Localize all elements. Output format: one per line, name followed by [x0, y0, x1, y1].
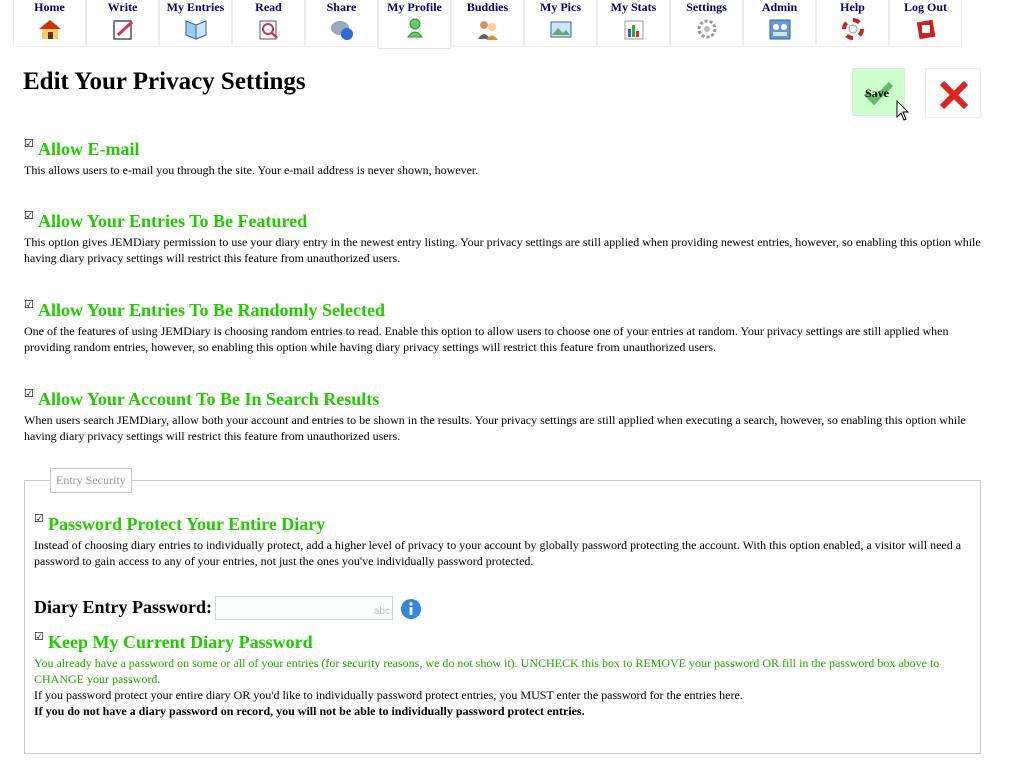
nav-label: My Profile [387, 0, 442, 14]
write-icon [110, 17, 136, 41]
nav-label: Buddies [466, 0, 509, 14]
save-label: Save [865, 86, 889, 100]
nav-label: My Pics [540, 0, 581, 14]
nav-settings[interactable]: Settings [670, 0, 743, 47]
close-icon [939, 80, 969, 110]
password-instructions: If you password protect your entire diar… [34, 688, 743, 702]
nav-buddies[interactable]: Buddies [451, 0, 524, 47]
option-random: ☑ Allow Your Entries To Be Randomly Selec… [24, 298, 990, 355]
entries-book-icon [183, 17, 209, 41]
nav-label: Settings [686, 0, 727, 14]
option-description: One of the features of using JEMDiary is… [24, 324, 949, 354]
share-icon [329, 17, 355, 41]
password-warning: If you do not have a diary password on r… [34, 704, 585, 718]
nav-label: Read [255, 0, 282, 14]
option-featured: ☑ Allow Your Entries To Be Featured This … [24, 209, 990, 266]
option-description: This option gives JEMDiary permission to… [24, 235, 981, 265]
password-label: Diary Entry Password: [34, 597, 212, 617]
home-icon [37, 17, 63, 41]
stats-icon [621, 17, 647, 41]
nav-label: My Entries [166, 0, 225, 14]
admin-icon [767, 17, 793, 41]
nav-label: Share [326, 0, 357, 14]
nav-share[interactable]: Share [305, 0, 378, 47]
nav-my-entries[interactable]: My Entries [159, 0, 232, 47]
nav-home[interactable]: Home [13, 0, 86, 47]
nav-label: Help [840, 0, 865, 14]
nav-my-pics[interactable]: My Pics [524, 0, 597, 47]
password-protect-checkbox[interactable]: ☑ [34, 512, 48, 525]
profile-icon [402, 17, 428, 41]
buddies-icon [475, 17, 501, 41]
option-allow-email: ☑ Allow E-mail This allows users to e-mai… [24, 137, 990, 178]
option-description: Instead of choosing diary entries to ind… [34, 538, 962, 568]
nav-my-profile[interactable]: My Profile [378, 0, 451, 49]
nav-log-out[interactable]: Log Out [889, 0, 962, 47]
keep-password-note: You already have a password on some or a… [34, 656, 940, 686]
nav-write[interactable]: Write [86, 0, 159, 47]
nav-read[interactable]: Read [232, 0, 305, 47]
option-description: When users search JEMDiary, allow both y… [24, 413, 966, 443]
nav-label: Home [34, 0, 65, 14]
mouse-cursor-icon [896, 100, 910, 121]
gear-icon [694, 17, 720, 41]
option-search: ☑ Allow Your Account To Be In Search Resu… [24, 387, 990, 444]
nav-my-stats[interactable]: My Stats [597, 0, 670, 47]
top-nav: Home Write My Entries Read Share My Prof… [13, 0, 962, 49]
option-title: Allow Your Entries To Be Randomly Select… [38, 300, 386, 320]
info-icon[interactable] [400, 598, 422, 620]
option-password-protect: ☑ Password Protect Your Entire Diary Inst… [34, 512, 964, 569]
read-icon [256, 17, 282, 41]
nav-label: My Stats [610, 0, 657, 14]
option-keep-password: ☑ Keep My Current Diary Password You alre… [34, 630, 969, 719]
input-hint: abc [373, 606, 390, 617]
nav-label: Write [107, 0, 138, 14]
nav-admin[interactable]: Admin [743, 0, 816, 47]
diary-password-input[interactable]: abc [215, 596, 393, 620]
entry-security-legend: Entry Security [50, 468, 132, 493]
cancel-button[interactable] [925, 68, 981, 118]
pics-icon [548, 17, 574, 41]
option-description: This allows users to e-mail you through … [24, 163, 479, 177]
lifebuoy-icon [840, 17, 866, 41]
option-title: Allow Your Entries To Be Featured [38, 211, 308, 231]
featured-checkbox[interactable]: ☑ [24, 209, 38, 222]
allow-email-checkbox[interactable]: ☑ [24, 137, 38, 150]
nav-help[interactable]: Help [816, 0, 889, 47]
nav-label: Admin [761, 0, 798, 14]
search-checkbox[interactable]: ☑ [24, 387, 38, 400]
keep-password-checkbox[interactable]: ☑ [34, 630, 48, 643]
option-title: Password Protect Your Entire Diary [48, 514, 326, 534]
option-title: Keep My Current Diary Password [48, 632, 313, 652]
logout-icon [913, 17, 939, 41]
option-title: Allow E-mail [38, 139, 140, 159]
option-title: Allow Your Account To Be In Search Resul… [38, 389, 380, 409]
random-checkbox[interactable]: ☑ [24, 298, 38, 311]
nav-label: Log Out [903, 0, 947, 14]
page-title: Edit Your Privacy Settings [23, 68, 306, 95]
